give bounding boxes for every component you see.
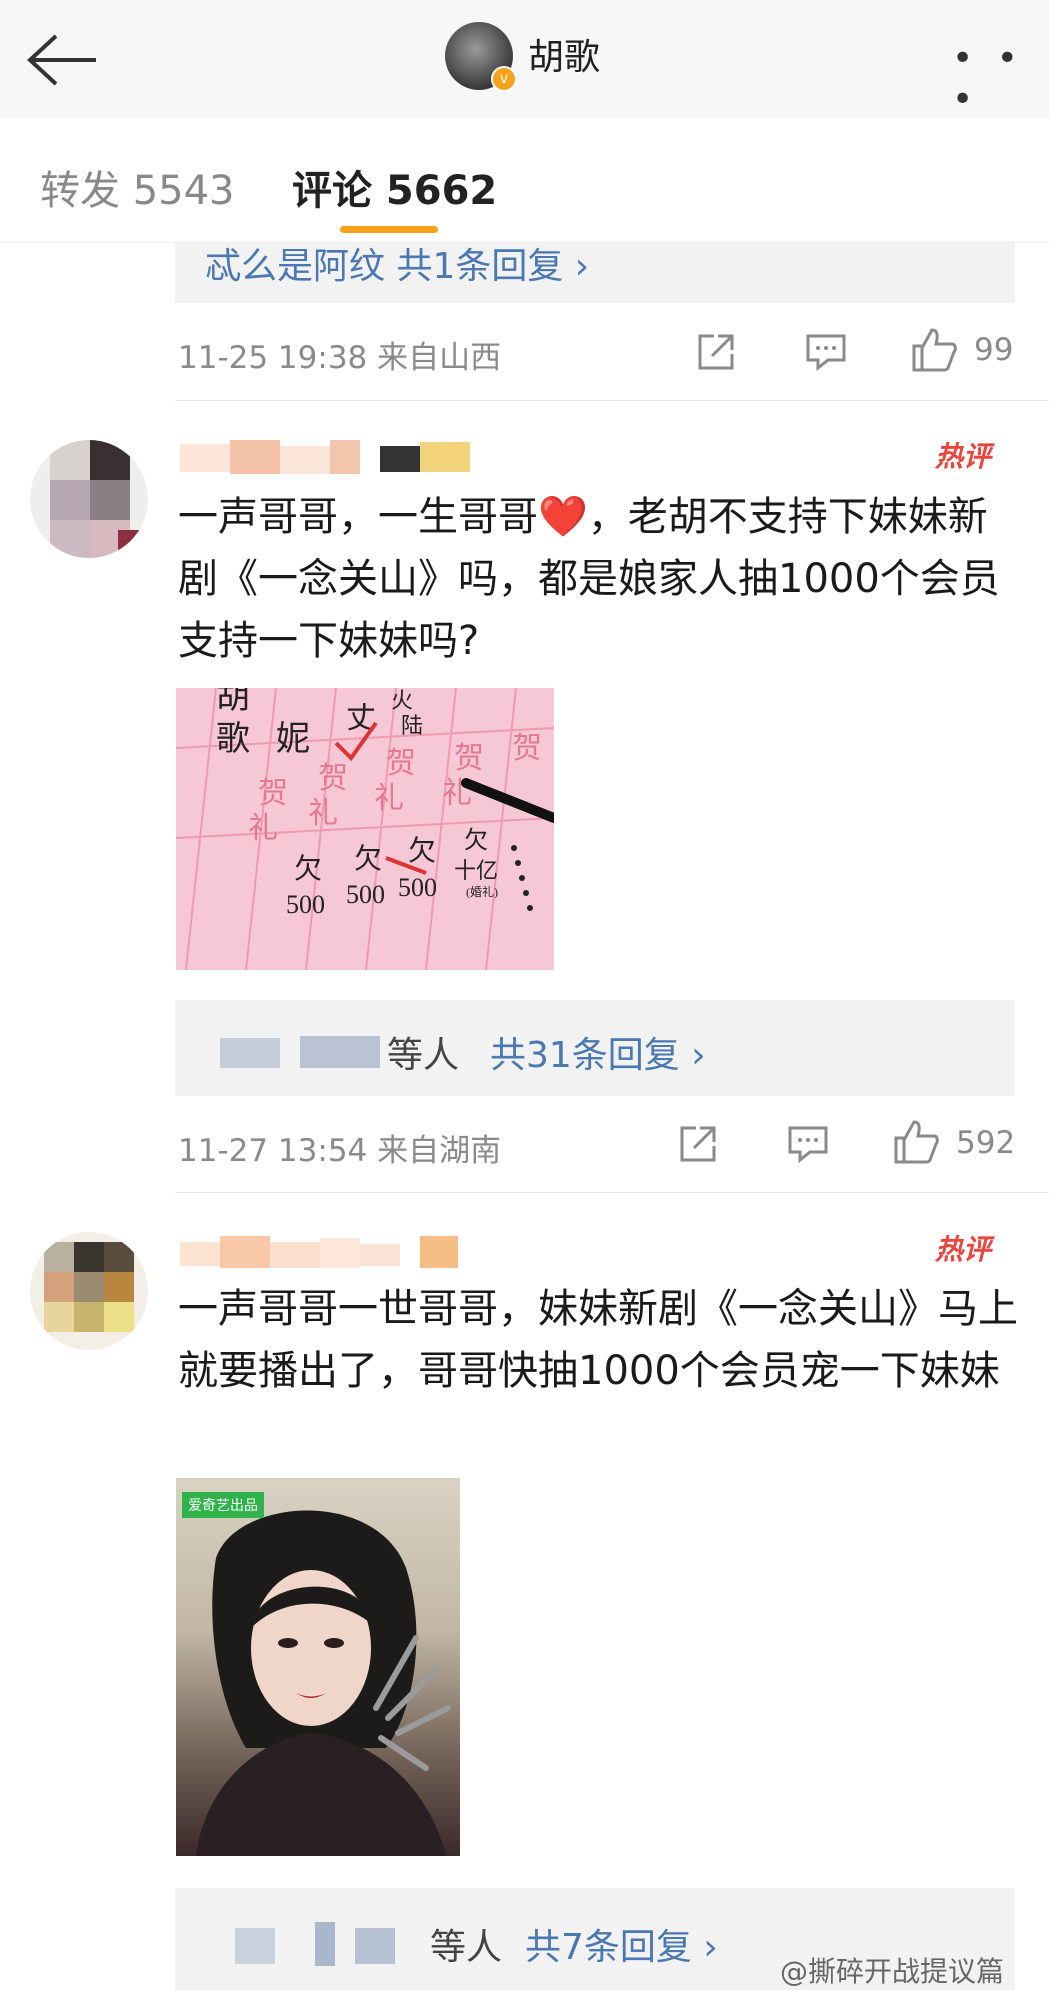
ledger-text: 贺 [318,762,348,795]
reply-suffix: 等人 [387,1035,460,1076]
comment-image[interactable]: 胡歌妮丈火陆 贺礼贺礼贺礼贺礼贺 欠 500 欠 500 欠 500 欠十亿 (婚礼) [176,688,554,970]
ledger-text: 礼 [374,782,404,815]
reply-count-link[interactable]: 共7条回复 › [525,1918,718,1970]
comment-icon[interactable] [804,332,848,372]
reply-user-blur [300,1036,380,1068]
comment-icon[interactable] [786,1124,830,1164]
page-title: 胡歌 [528,37,601,78]
drama-poster-illustration [196,1510,451,1856]
commenter-avatar[interactable] [30,440,148,558]
comment-image[interactable]: 爱奇艺出品 [176,1478,460,1856]
iqiyi-badge: 爱奇艺出品 [182,1492,264,1518]
ledger-text: 500 [286,890,325,919]
reply-user-blur [355,1928,395,1964]
like-count: 592 [956,1125,1016,1161]
reply-preview-link[interactable]: 忒么是阿纹 共1条回复 › [205,237,589,289]
ledger-text: 欠 [354,843,382,875]
divider [175,400,1049,401]
active-tab-indicator [340,226,438,233]
ledger-text: 歌 [216,720,250,758]
commenter-name[interactable] [180,440,470,474]
reply-preview-box[interactable]: 忒么是阿纹 共1条回复 › [175,243,1015,303]
ledger-text: 贺 [258,777,288,810]
more-options-button[interactable]: • • • [952,38,1049,120]
gift-ledger-illustration: 胡歌 妮丈火陆 贺礼贺礼贺礼贺礼贺 欠500欠500欠500欠十亿(婚礼) [176,688,554,970]
reply-count-link[interactable]: 共31条回复 › [490,1026,706,1078]
back-arrow-icon[interactable] [22,30,102,90]
ledger-text: 贺 [386,747,416,780]
ledger-text: 贺 [512,732,542,765]
ledger-text: 欠 [408,835,436,867]
reply-user-blur [315,1922,335,1966]
ledger-text: 火 [391,688,413,713]
reply-user-blur [235,1928,275,1964]
reply-user-blur [220,1038,280,1068]
share-icon[interactable] [694,330,738,374]
verified-badge-icon: v [491,66,517,92]
comment-time-location: 11-25 19:38 来自山西 [178,340,502,376]
tab-comments[interactable]: 评论 5662 [292,158,497,216]
ledger-text: 500 [346,880,385,909]
comment-time-location: 11-27 13:54 来自湖南 [178,1133,502,1169]
divider [175,1192,1049,1193]
reply-summary-box[interactable]: 等人 共31条回复 › [175,1000,1015,1096]
hot-comment-badge: 热评 [935,440,992,473]
reply-suffix: 等人 [430,1927,503,1968]
tab-bar: 转发 5543 评论 5662 [0,118,1049,243]
tab-repost[interactable]: 转发 5543 [40,158,235,216]
top-bar: v 胡歌 • • • [0,0,1049,120]
ledger-text: 500 [398,873,437,902]
like-count: 99 [974,332,1014,368]
ledger-text: 陆 [401,713,423,738]
ledger-text: 欠 [464,827,488,854]
like-icon[interactable] [892,1118,940,1166]
share-icon[interactable] [676,1122,720,1166]
ledger-text: 欠 [294,853,322,885]
like-icon[interactable] [910,326,958,374]
ledger-text: 十亿 [454,858,498,883]
watermark: @撕碎开战提议篇 [780,1955,1005,1988]
hot-comment-badge: 热评 [935,1233,992,1266]
ledger-text: 妮 [276,720,310,758]
commenter-avatar[interactable] [30,1232,148,1350]
comment-text: 一声哥哥一世哥哥，妹妹新剧《一念关山》马上就要播出了，哥哥快抽1000个会员宠一… [178,1286,1018,1394]
ledger-text: (婚礼) [466,884,498,899]
commenter-name[interactable] [180,1236,460,1270]
ledger-text: 胡 [216,688,250,716]
ledger-text: 礼 [248,812,278,845]
ledger-text: 礼 [308,797,338,830]
ledger-text: 贺 [454,742,484,775]
comment-text: 一声哥哥，一生哥哥❤️，老胡不支持下妹妹新剧《一念关山》吗，都是娘家人抽1000… [178,494,1000,664]
